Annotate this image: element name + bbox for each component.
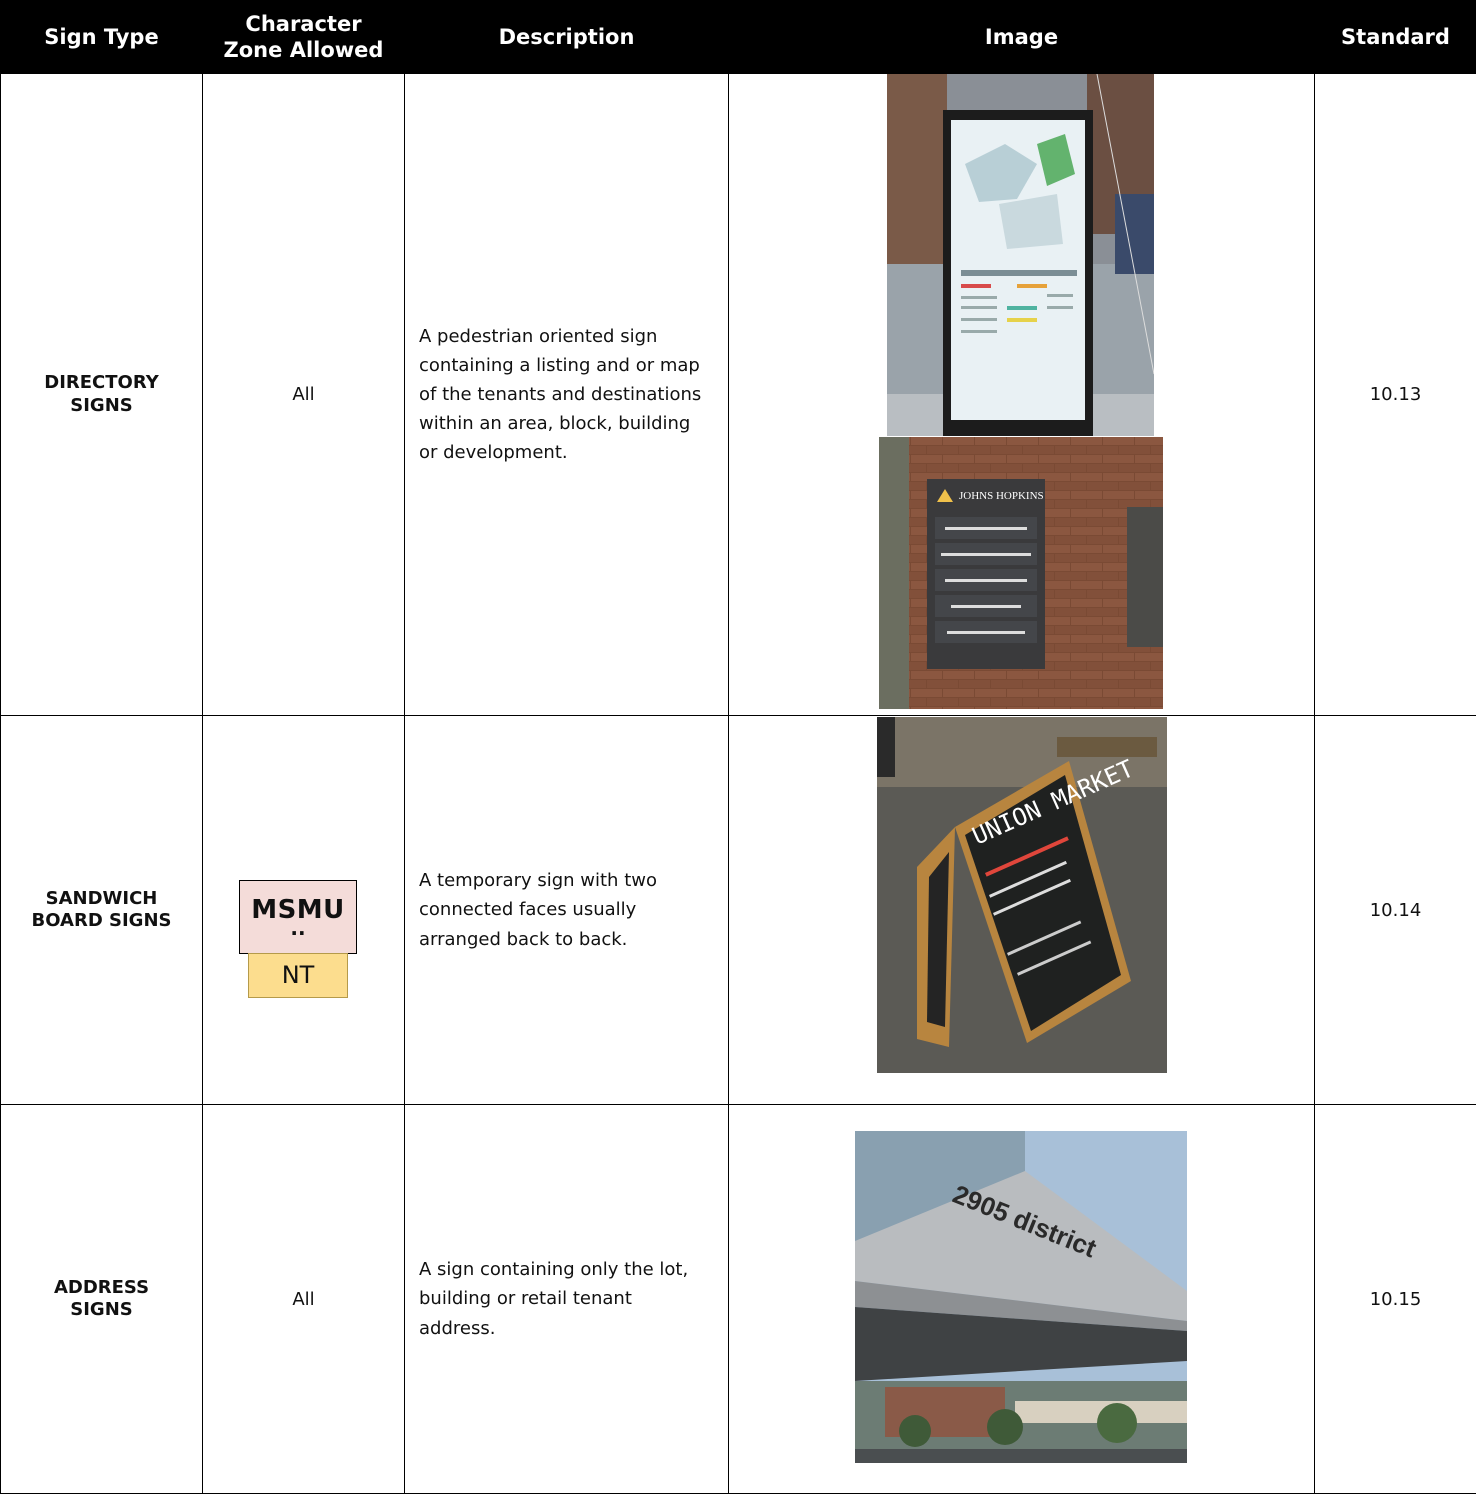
sign-type-cell: ADDRESS SIGNS [1,1105,203,1494]
standard-cell: 10.13 [1315,74,1476,716]
directory-kiosk-photo [887,74,1154,436]
zone-badge-msmu: MSMU .. [239,880,357,954]
image-cell: JOHNS HOPKINS [729,74,1315,716]
address-sign-photo: 2905 district [855,1131,1187,1463]
table-header-row: Sign Type Character Zone Allowed Descrip… [1,1,1476,74]
image-cell: UNION MARKET [729,716,1315,1105]
description-cell: A sign containing only the lot, building… [405,1105,729,1494]
zone-badge: MSMU .. NT [239,880,357,999]
sign-type-cell: DIRECTORY SIGNS [1,74,203,716]
sign-type-cell: SANDWICH BOARD SIGNS [1,716,203,1105]
zone-cell: All [203,74,405,716]
image-cell: 2905 district [729,1105,1315,1494]
zone-cell: All [203,1105,405,1494]
table-row: SANDWICH BOARD SIGNS MSMU .. NT A tempor… [1,716,1476,1105]
header-character-zone: Character Zone Allowed [203,1,405,74]
johns-hopkins-text: JOHNS HOPKINS [959,490,1044,502]
sandwich-board-photo: UNION MARKET [877,717,1167,1073]
description-cell: A pedestrian oriented sign containing a … [405,74,729,716]
header-sign-type: Sign Type [1,1,203,74]
sign-types-table: Sign Type Character Zone Allowed Descrip… [0,0,1476,1494]
description-cell: A temporary sign with two connected face… [405,716,729,1105]
zone-badge-nt: NT [248,953,348,998]
standard-cell: 10.14 [1315,716,1476,1105]
table-row: DIRECTORY SIGNS All A pedestrian oriente… [1,74,1476,716]
table-row: ADDRESS SIGNS All A sign containing only… [1,1105,1476,1494]
standard-cell: 10.15 [1315,1105,1476,1494]
wall-directory-photo: JOHNS HOPKINS [879,437,1163,709]
header-image: Image [729,1,1315,74]
header-description: Description [405,1,729,74]
zone-cell: MSMU .. NT [203,716,405,1105]
header-standard: Standard [1315,1,1476,74]
